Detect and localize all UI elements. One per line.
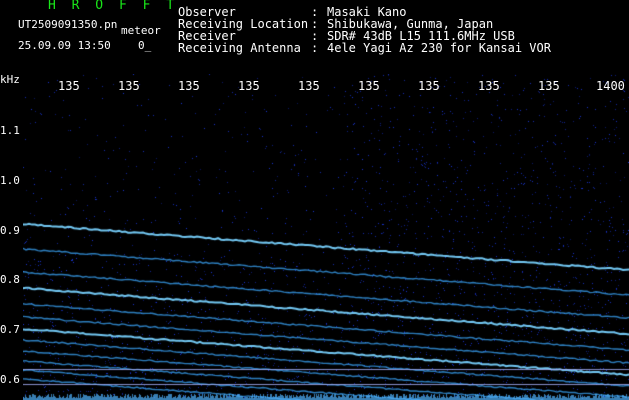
spectrogram-canvas [23, 74, 629, 400]
y-tick: 0.6 [0, 373, 20, 386]
x-tick: 1400 [596, 79, 625, 93]
x-tick: 135 [238, 79, 260, 93]
app-brand: H R O F F T [48, 0, 179, 13]
image-filename: UT2509091350.pn [18, 18, 118, 31]
x-tick: 135 [538, 79, 560, 93]
y-tick: 1.0 [0, 174, 20, 187]
y-tick: 1.1 [0, 124, 20, 137]
antenna-value: 4ele Yagi Az 230 for Kansai VOR [327, 41, 551, 55]
x-tick: 135 [118, 79, 140, 93]
x-tick: 135 [418, 79, 440, 93]
x-tick: 135 [478, 79, 500, 93]
y-axis-unit: kHz [0, 73, 20, 86]
x-tick: 135 [58, 79, 80, 93]
x-tick: 135 [298, 79, 320, 93]
hroft-spectrogram-window: H R O F F T UT2509091350.pn meteor 25.09… [0, 0, 629, 400]
mode-label: meteor [121, 24, 161, 37]
y-axis: kHz 1.1 1.0 0.9 0.8 0.7 0.6 [0, 74, 23, 400]
antenna-colon: : [311, 41, 319, 55]
y-tick: 0.9 [0, 224, 20, 237]
x-tick: 135 [178, 79, 200, 93]
x-tick: 135 [358, 79, 380, 93]
y-tick: 0.8 [0, 273, 20, 286]
antenna-label: Receiving Antenna [178, 41, 301, 55]
y-tick: 0.7 [0, 323, 20, 336]
detection-count: 0_ [138, 39, 152, 52]
timestamp: 25.09.09 13:50 [18, 39, 111, 52]
